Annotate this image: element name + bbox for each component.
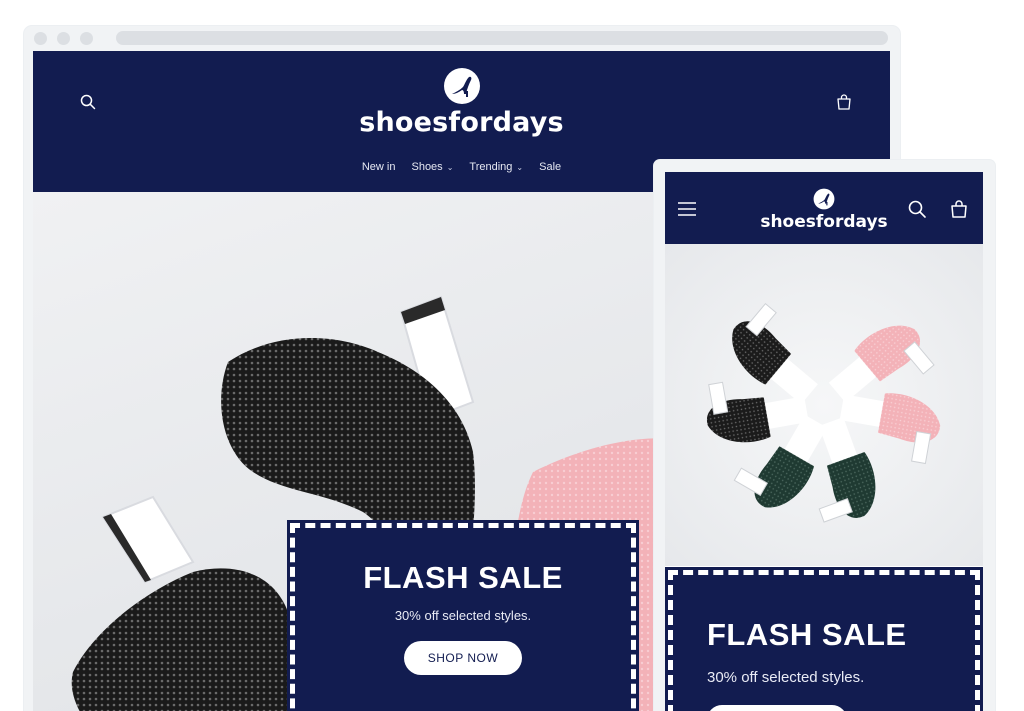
mockup-stage: shoesfordays New in Shoes ⌄ Trending ⌄ S… (0, 0, 1024, 711)
nav-label: Sale (539, 161, 562, 173)
mobile-viewport: shoesfordays FLASH SALE 30% off selected… (665, 172, 983, 711)
brand-name: shoesfordays (760, 212, 888, 232)
cart-icon[interactable] (949, 199, 969, 219)
nav-label: New in (361, 161, 396, 173)
window-dot-maximize[interactable] (80, 32, 93, 45)
window-dot-close[interactable] (34, 32, 47, 45)
nav-item-sale[interactable]: Sale (539, 161, 561, 173)
shop-now-button[interactable]: SHOP NOW (403, 641, 523, 675)
mobile-flash-sale-banner: FLASH SALE 30% off selected styles. (665, 567, 983, 711)
search-icon[interactable] (907, 199, 927, 219)
address-bar[interactable] (116, 31, 888, 45)
cart-icon[interactable] (835, 93, 853, 111)
mobile-hero-image (665, 244, 983, 566)
sale-title: FLASH SALE (363, 560, 563, 595)
mobile-header: shoesfordays (665, 172, 983, 244)
chevron-down-icon: ⌄ (516, 162, 524, 172)
mobile-device-frame: shoesfordays FLASH SALE 30% off selected… (654, 160, 995, 711)
sale-title: FLASH SALE (707, 617, 907, 652)
window-dot-minimize[interactable] (57, 32, 70, 45)
nav-item-shoes[interactable]: Shoes ⌄ (411, 161, 453, 173)
high-heel-logo-icon (443, 68, 480, 104)
nav-label: Trending (469, 161, 513, 173)
browser-chrome (24, 26, 900, 51)
mobile-brand-logo[interactable]: shoesfordays (665, 188, 983, 232)
nav-item-trending[interactable]: Trending ⌄ (469, 161, 523, 173)
brand-name: shoesfordays (359, 107, 564, 138)
boots-circle-photo (706, 302, 941, 523)
brand-logo[interactable]: shoesfordays (33, 67, 890, 138)
sale-subtitle: 30% off selected styles. (394, 608, 532, 623)
chevron-down-icon: ⌄ (446, 162, 454, 172)
high-heel-logo-icon (813, 188, 835, 210)
shop-now-button[interactable] (707, 705, 847, 711)
flash-sale-banner: FLASH SALE 30% off selected styles. SHOP… (287, 520, 639, 711)
nav-item-new-in[interactable]: New in (362, 161, 396, 173)
nav-label: Shoes (411, 161, 443, 173)
sale-subtitle: 30% off selected styles. (707, 669, 865, 686)
